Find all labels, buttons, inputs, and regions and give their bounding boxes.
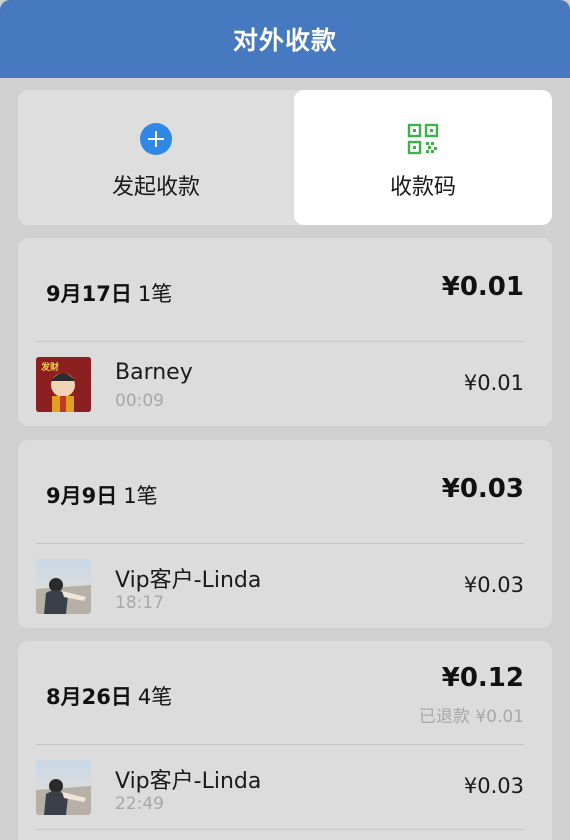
group-date: 9月9日 1笔: [46, 480, 158, 510]
group-total: ¥0.03: [441, 474, 524, 504]
divider: [36, 744, 524, 745]
plus-circle-icon: [140, 123, 172, 155]
start-collection-label: 发起收款: [111, 175, 200, 200]
payment-time: 22:49: [115, 794, 164, 814]
payment-time: 00:09: [115, 391, 164, 411]
payer-name: Vip客户-Linda: [115, 568, 262, 593]
payer-name: Vip客户-Linda: [115, 769, 262, 794]
date-group-card: 9月9日 1笔 ¥0.03 Vip客户-Linda 18:17 ¥0.03: [18, 440, 552, 628]
group-date-text: 9月17日: [46, 282, 132, 306]
avatar[interactable]: [36, 760, 91, 815]
payment-amount: ¥0.03: [463, 774, 524, 798]
group-count: 1笔: [137, 282, 173, 306]
avatar[interactable]: 发财: [36, 357, 91, 412]
avatar-icon: [36, 559, 91, 614]
avatar-icon: 发财: [36, 357, 91, 412]
qr-code-button[interactable]: 收款码: [294, 90, 552, 225]
payment-time: 18:17: [115, 593, 164, 613]
divider: [36, 543, 524, 544]
group-date: 9月17日 1笔: [46, 278, 172, 308]
page-title: 对外收款: [232, 26, 337, 55]
payment-amount: ¥0.01: [463, 371, 524, 395]
payer-name: Barney: [115, 360, 193, 385]
payment-amount: ¥0.03: [463, 573, 524, 597]
svg-text:发财: 发财: [40, 361, 59, 373]
collection-tabs: 发起收款 收款码: [18, 90, 552, 225]
group-count: 4笔: [137, 685, 173, 709]
group-total: ¥0.01: [441, 272, 524, 302]
divider: [36, 341, 524, 342]
avatar[interactable]: [36, 559, 91, 614]
divider: [36, 829, 524, 830]
avatar-icon: [36, 760, 91, 815]
qr-code-label: 收款码: [389, 175, 456, 200]
start-collection-button[interactable]: 发起收款: [18, 90, 294, 225]
group-total: ¥0.12: [441, 663, 524, 693]
date-group-card: 8月26日 4笔 ¥0.12 已退款 ¥0.01 Vip客户-Linda 22:4…: [18, 641, 552, 840]
group-count: 1笔: [123, 484, 158, 508]
group-date-text: 9月9日: [46, 484, 118, 508]
group-date-text: 8月26日: [46, 685, 132, 709]
group-date: 8月26日 4笔: [46, 681, 172, 711]
qr-code-icon: [407, 123, 439, 155]
date-group-card: 9月17日 1笔 ¥0.01 发财 Barney 00:09 ¥0.01: [18, 238, 552, 426]
title-bar: 对外收款: [0, 0, 570, 78]
refund-note: 已退款 ¥0.01: [418, 707, 524, 727]
